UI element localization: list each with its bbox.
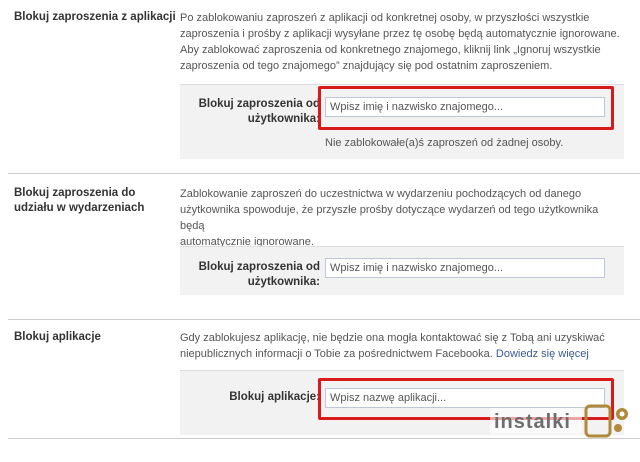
instalki-watermark: instalki <box>490 398 634 438</box>
highlight-frame <box>318 86 614 130</box>
section-title: Blokuj zaproszenia do udziału w wydarzen… <box>14 187 145 214</box>
section-title: Blokuj zaproszenia z aplikacji <box>14 11 176 23</box>
block-app-label: Blokuj aplikacje: <box>229 391 320 403</box>
no-blocked-note: Nie zablokowałe(a)ś zaproszeń od żadnej … <box>325 137 564 149</box>
block-user-label: Blokuj zaproszenia od użytkownika: <box>198 98 320 125</box>
friend-name-input[interactable]: Wpisz imię i nazwisko znajomego... <box>325 258 605 278</box>
section-description: Zablokowanie zaproszeń do uczestnictwa w… <box>180 188 599 248</box>
learn-more-link[interactable]: Dowiedz się więcej <box>496 348 589 360</box>
block-form-box: Blokuj zaproszenia od użytkownika: Wpisz… <box>180 246 624 295</box>
svg-text:instalki: instalki <box>494 411 571 433</box>
section-title: Blokuj aplikacje <box>14 331 101 343</box>
section-description: Po zablokowaniu zaproszeń z aplikacji od… <box>180 12 620 72</box>
section-description: Gdy zablokujesz aplikację, nie będzie on… <box>180 332 605 360</box>
block-event-invites-section: Blokuj zaproszenia do udziału w wydarzen… <box>0 174 640 314</box>
block-app-invites-section: Blokuj zaproszenia z aplikacji Po zablok… <box>0 0 640 180</box>
divider <box>8 438 640 439</box>
block-user-label: Blokuj zaproszenia od użytkownika: <box>198 261 320 288</box>
watermark-logo-icon: instalki <box>490 404 628 438</box>
